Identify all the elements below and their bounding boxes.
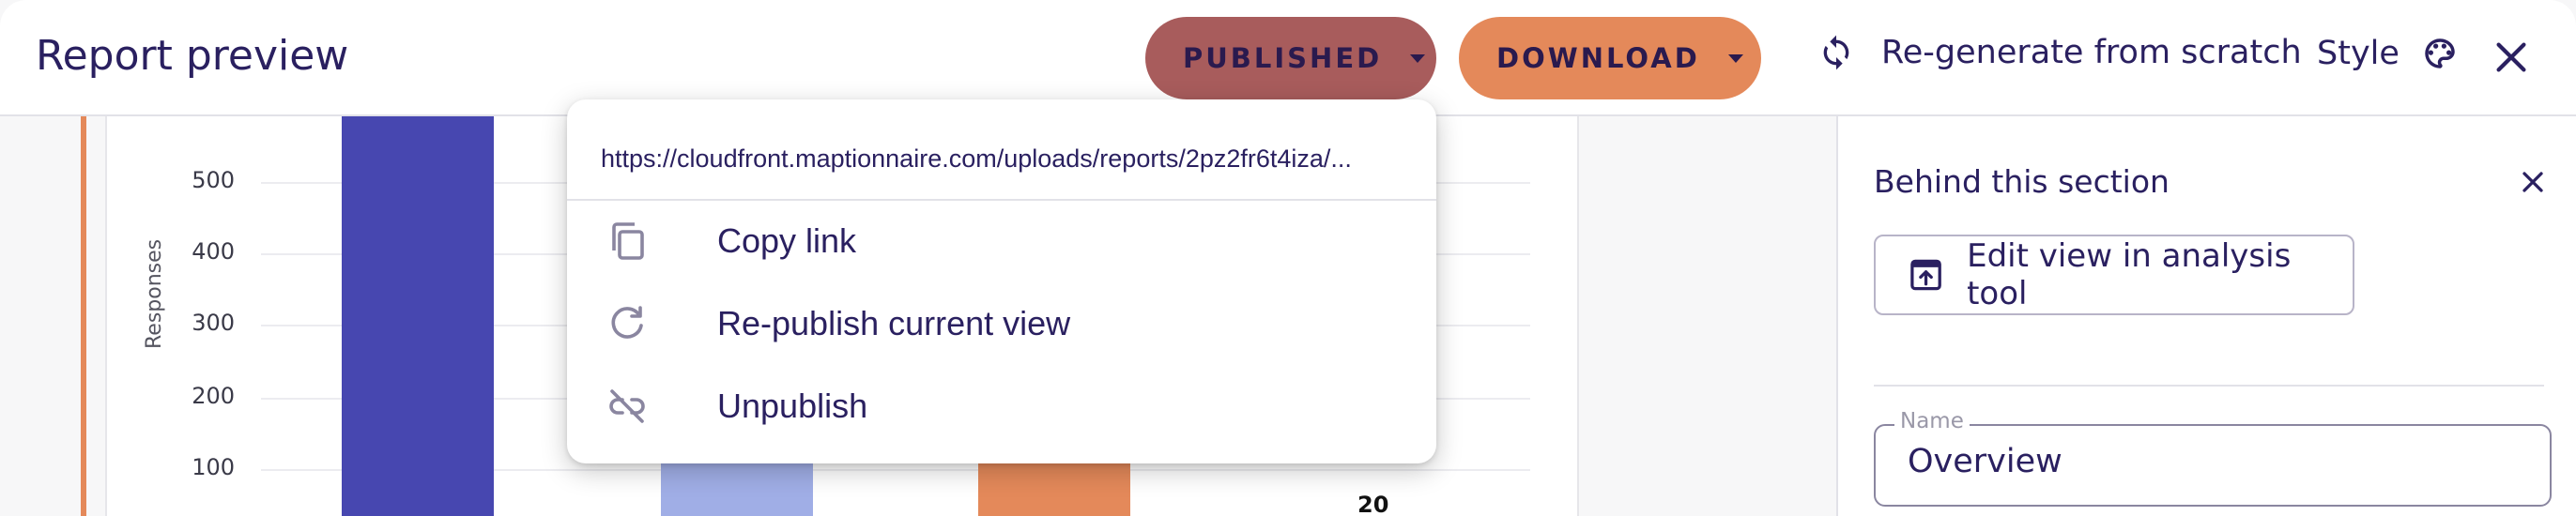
y-tick-label: 100: [192, 454, 235, 480]
published-url[interactable]: https://cloudfront.maptionnaire.com/uplo…: [601, 144, 1418, 174]
published-menu: https://cloudfront.maptionnaire.com/uplo…: [567, 99, 1436, 463]
link-off-icon: [609, 389, 645, 423]
menu-item-label: Unpublish: [717, 387, 868, 425]
close-icon[interactable]: [2516, 165, 2550, 199]
caret-down-icon: [1727, 53, 1743, 63]
regenerate-label: Re-generate from scratch: [1881, 34, 2302, 71]
caret-down-icon: [1410, 53, 1426, 63]
edit-in-analysis-button[interactable]: Edit view in analysis tool: [1874, 235, 2354, 315]
copy-icon: [612, 222, 644, 260]
y-axis-label: Responses: [143, 238, 166, 349]
menu-item-unpublish[interactable]: Unpublish: [567, 366, 1436, 447]
open-in-new-icon: [1910, 259, 1941, 291]
divider: [1874, 385, 2544, 387]
style-button[interactable]: Style: [2317, 34, 2460, 73]
y-tick-label: 300: [192, 310, 235, 336]
style-label: Style: [2317, 35, 2400, 72]
y-tick-label: 200: [192, 383, 235, 409]
menu-item-label: Copy link: [717, 221, 857, 260]
published-label: PUBLISHED: [1183, 42, 1383, 74]
bar: [342, 116, 494, 516]
name-input[interactable]: [1908, 443, 2508, 480]
y-tick-label: 500: [192, 167, 235, 193]
side-panel-title: Behind this section: [1874, 163, 2170, 200]
page-title: Report preview: [36, 32, 349, 80]
refresh-icon: [611, 306, 643, 339]
close-icon[interactable]: [2490, 36, 2533, 79]
app-window: Report preview PUBLISHED DOWNLOAD Re-gen…: [0, 0, 2576, 516]
palette-icon: [2425, 38, 2455, 68]
menu-item-copy-link[interactable]: Copy link: [567, 201, 1436, 281]
section-accent-bar: [81, 116, 86, 516]
name-field-label: Name: [1894, 409, 1970, 433]
side-panel: Behind this section Edit view in analysi…: [1836, 116, 2576, 516]
sync-icon: [1823, 35, 1849, 70]
menu-item-republish[interactable]: Re-publish current view: [567, 283, 1436, 364]
y-tick-label: 400: [192, 238, 235, 265]
name-field: Name: [1874, 409, 2552, 507]
menu-item-label: Re-publish current view: [717, 304, 1071, 342]
edit-button-label: Edit view in analysis tool: [1967, 237, 2292, 312]
bar-value-label: 20: [1357, 492, 1389, 516]
regenerate-button[interactable]: Re-generate from scratch: [1817, 34, 2302, 71]
download-label: DOWNLOAD: [1496, 42, 1700, 74]
published-dropdown-button[interactable]: PUBLISHED: [1145, 17, 1436, 99]
download-dropdown-button[interactable]: DOWNLOAD: [1459, 17, 1761, 99]
